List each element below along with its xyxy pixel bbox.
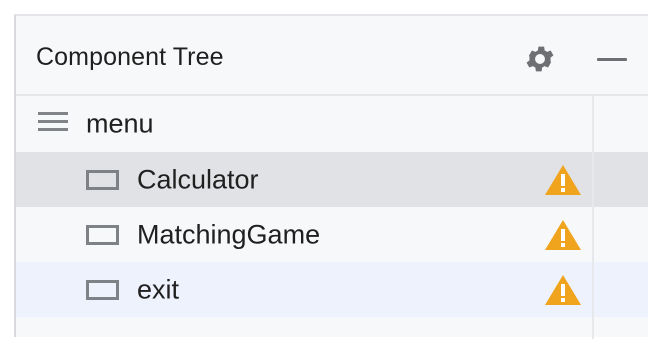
tree-row-exit[interactable]: exit [16, 262, 648, 317]
minimize-button[interactable] [592, 40, 632, 78]
warning-icon[interactable] [543, 273, 583, 307]
panel-title: Component Tree [36, 43, 224, 71]
settings-button[interactable] [521, 40, 559, 78]
minimize-icon [597, 57, 627, 61]
menu-item-icon [86, 279, 119, 300]
warning-icon[interactable] [543, 163, 583, 197]
tree-row-matchinggame[interactable]: MatchingGame [16, 207, 648, 262]
column-separator [592, 96, 594, 339]
screenshot-frame: Component Tree menu Calculator MatchingG… [0, 0, 660, 339]
menu-item-icon [86, 224, 119, 245]
menu-lines-icon [38, 110, 68, 134]
panel-header: Component Tree [16, 16, 648, 96]
tree-row-label: MatchingGame [137, 219, 321, 249]
menu-item-icon [86, 169, 119, 190]
component-tree-panel: Component Tree menu Calculator MatchingG… [14, 14, 648, 339]
tree-row-label: Calculator [137, 164, 259, 194]
tree-row-label: exit [137, 274, 180, 304]
warning-icon[interactable] [543, 218, 583, 252]
tree-row-calculator[interactable]: Calculator [16, 152, 648, 207]
tree-row-label: menu [86, 108, 154, 138]
gear-icon [526, 46, 554, 72]
tree-row-menu[interactable]: menu [16, 96, 648, 151]
tree-view: menu Calculator MatchingGame exit [16, 96, 648, 339]
